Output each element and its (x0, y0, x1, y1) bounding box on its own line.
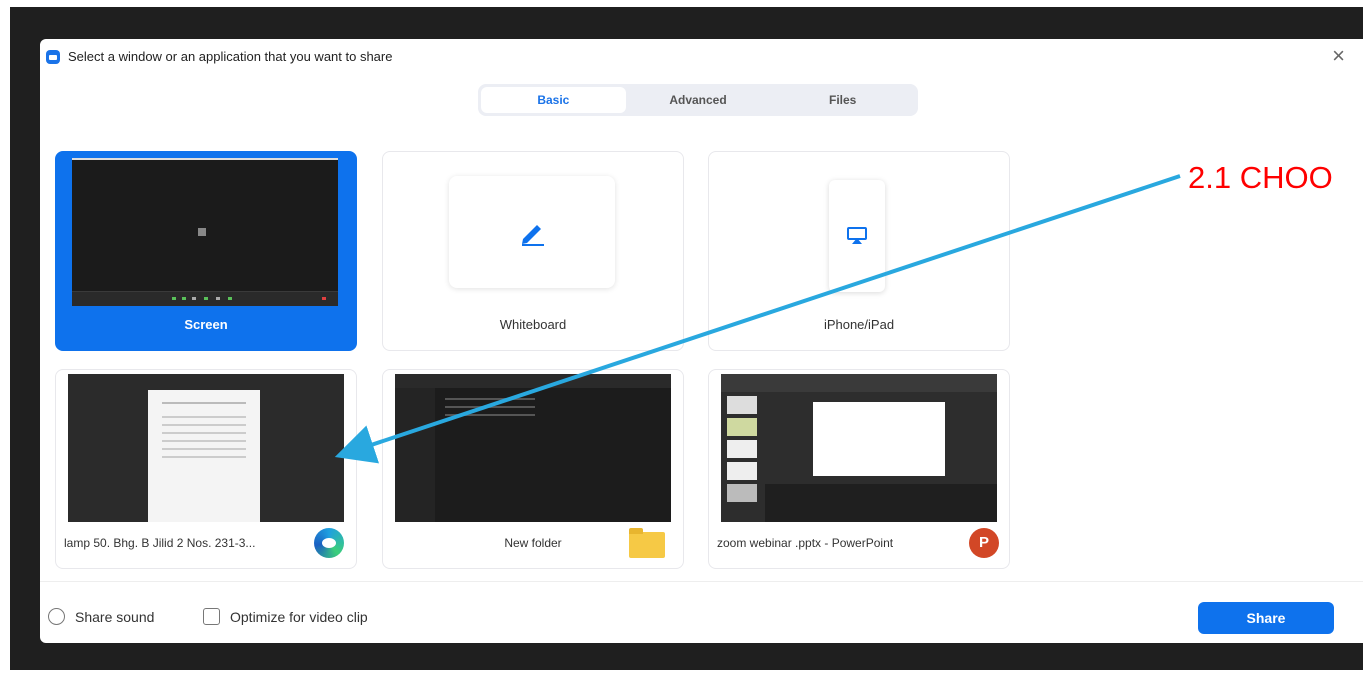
screen-preview (72, 158, 338, 306)
optimize-video-label: Optimize for video clip (230, 608, 368, 625)
window-preview-folder (395, 374, 671, 522)
share-tile-window-pdf[interactable]: lamp 50. Bhg. B Jilid 2 Nos. 231-3... (55, 369, 357, 569)
optimize-video-checkbox[interactable]: Optimize for video clip (203, 608, 368, 625)
annotation-text: 2.1 CHOO (1188, 160, 1333, 195)
close-icon[interactable]: × (1332, 45, 1345, 67)
share-sound-checkbox[interactable]: Share sound (48, 608, 154, 625)
dialog-footer: Share sound Optimize for video clip Shar… (40, 581, 1363, 643)
zoom-app-icon (46, 50, 60, 64)
optimize-video-box[interactable] (203, 608, 220, 625)
title-bar: Select a window or an application that y… (40, 39, 1363, 75)
airplay-icon (847, 227, 867, 244)
share-sound-label: Share sound (75, 608, 155, 625)
edge-icon (314, 528, 344, 558)
pencil-icon (522, 225, 544, 246)
window-preview-pdf (68, 374, 344, 522)
share-tabs: Basic Advanced Files (478, 84, 918, 116)
share-tile-screen[interactable]: Screen (55, 151, 357, 351)
dialog-title: Select a window or an application that y… (68, 49, 393, 64)
share-sound-radio[interactable] (48, 608, 65, 625)
share-screen-dialog: Select a window or an application that y… (40, 39, 1363, 643)
folder-icon (629, 528, 665, 558)
powerpoint-icon: P (969, 528, 999, 558)
tile-label-whiteboard: Whiteboard (499, 317, 567, 332)
whiteboard-preview (449, 176, 615, 288)
phone-preview (829, 180, 885, 292)
share-tile-iphone-ipad[interactable]: iPhone/iPad (708, 151, 1010, 351)
share-tile-window-folder[interactable]: New folder (382, 369, 684, 569)
tile-label-screen: Screen (184, 317, 228, 332)
window-label-powerpoint: zoom webinar .pptx - PowerPoint (717, 536, 894, 550)
window-label-pdf: lamp 50. Bhg. B Jilid 2 Nos. 231-3... (64, 536, 256, 550)
tab-advanced[interactable]: Advanced (626, 87, 771, 113)
tab-basic[interactable]: Basic (481, 87, 626, 113)
share-button[interactable]: Share (1198, 602, 1334, 634)
window-preview-powerpoint (721, 374, 997, 522)
tab-files[interactable]: Files (770, 87, 915, 113)
share-tile-window-powerpoint[interactable]: zoom webinar .pptx - PowerPoint P (708, 369, 1010, 569)
share-tile-whiteboard[interactable]: Whiteboard (382, 151, 684, 351)
tile-label-iphone-ipad: iPhone/iPad (823, 317, 895, 332)
